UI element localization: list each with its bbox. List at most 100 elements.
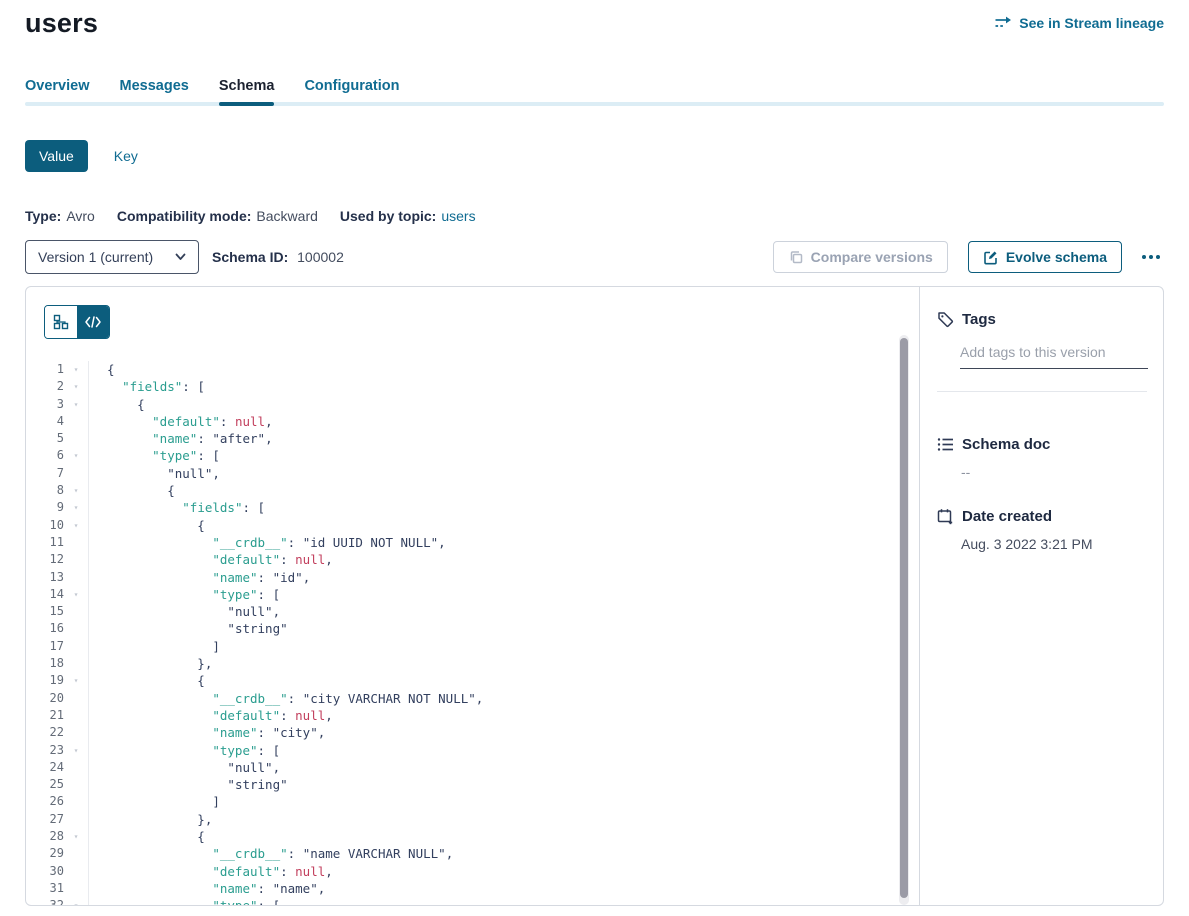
version-select[interactable]: Version 1 (current) [25,240,199,274]
key-toggle-button[interactable]: Key [114,140,138,172]
line-number: 20 [26,690,64,707]
code-line: 24 "null", [26,759,919,776]
editor-view-toggle [44,305,110,339]
code-line: 2▾ "fields": [ [26,378,919,395]
tab-overview[interactable]: Overview [25,78,90,106]
evolve-schema-label: Evolve schema [1006,249,1107,265]
code-line: 16 "string" [26,620,919,637]
code-line: 15 "null", [26,603,919,620]
tab-track [25,102,1164,106]
code-line-content: "type": [ [88,586,919,603]
code-line-content: "name": "name", [88,880,919,897]
fold-toggle-icon[interactable]: ▾ [64,499,88,516]
line-number: 12 [26,551,64,568]
more-options-button[interactable] [1138,249,1164,265]
code-line: 4 "default": null, [26,413,919,430]
tag-icon [937,311,954,328]
schema-code-editor[interactable]: 1▾{2▾ "fields": [3▾ {4 "default": null,5… [26,361,919,906]
code-line-content: }, [88,655,919,672]
tab-messages[interactable]: Messages [120,78,189,106]
editor-scrollbar-thumb[interactable] [900,338,908,898]
line-number: 5 [26,430,64,447]
fold-spacer [64,430,88,447]
edit-square-icon [983,250,998,265]
fold-toggle-icon[interactable]: ▾ [64,517,88,534]
meta-label: Used by topic: [340,208,436,224]
meta-label: Compatibility mode: [117,208,252,224]
fold-spacer [64,603,88,620]
side-divider [937,391,1147,392]
code-line: 17 ] [26,638,919,655]
fold-spacer [64,845,88,862]
editor-scrollbar-track [899,335,909,905]
line-number: 3 [26,396,64,413]
tab-configuration[interactable]: Configuration [304,78,399,106]
code-line-content: "name": "id", [88,569,919,586]
code-line: 11 "__crdb__": "id UUID NOT NULL", [26,534,919,551]
line-number: 10 [26,517,64,534]
code-line: 10▾ { [26,517,919,534]
code-line: 31 "name": "name", [26,880,919,897]
schema-doc-value: -- [961,464,1147,480]
stream-lineage-link[interactable]: See in Stream lineage [994,15,1164,31]
code-line-content: "type": [ [88,447,919,464]
fold-spacer [64,759,88,776]
fold-toggle-icon[interactable]: ▾ [64,586,88,603]
fold-toggle-icon[interactable]: ▾ [64,378,88,395]
list-icon [937,437,954,452]
line-number: 6 [26,447,64,464]
tab-bar: Overview Messages Schema Configuration [25,78,1164,106]
ellipsis-icon [1149,255,1153,259]
tags-input[interactable] [960,342,1148,369]
code-line-content: "type": [ [88,742,919,759]
code-line-content: { [88,517,919,534]
fold-toggle-icon[interactable]: ▾ [64,672,88,689]
code-view-button[interactable] [77,306,109,338]
fold-toggle-icon[interactable]: ▾ [64,828,88,845]
fold-toggle-icon[interactable]: ▾ [64,361,88,378]
code-line: 6▾ "type": [ [26,447,919,464]
tags-title: Tags [962,311,996,328]
code-slash-icon [85,316,101,328]
compare-versions-button[interactable]: Compare versions [773,241,948,273]
topbar: users See in Stream lineage [25,0,1164,36]
fold-toggle-icon[interactable]: ▾ [64,897,88,906]
value-toggle-button[interactable]: Value [25,140,88,172]
code-line: 1▾{ [26,361,919,378]
code-line-content: "null", [88,759,919,776]
schema-editor-pane: 1▾{2▾ "fields": [3▾ {4 "default": null,5… [26,287,919,905]
tab-schema[interactable]: Schema [219,78,275,106]
schema-id-value: 100002 [297,249,344,265]
schema-card: 1▾{2▾ "fields": [3▾ {4 "default": null,5… [25,286,1164,906]
tree-view-button[interactable] [45,306,77,338]
fold-toggle-icon[interactable]: ▾ [64,482,88,499]
code-line-content: "default": null, [88,863,919,880]
line-number: 9 [26,499,64,516]
line-number: 13 [26,569,64,586]
stream-lineage-label: See in Stream lineage [1019,15,1164,31]
fold-spacer [64,707,88,724]
meta-pair: Type:Avro [25,208,95,224]
evolve-schema-button[interactable]: Evolve schema [968,241,1122,273]
line-number: 7 [26,465,64,482]
fold-toggle-icon[interactable]: ▾ [64,396,88,413]
code-line: 21 "default": null, [26,707,919,724]
schema-doc-section-header: Schema doc [937,436,1147,453]
meta-value-link[interactable]: users [441,208,475,224]
fold-toggle-icon[interactable]: ▾ [64,742,88,759]
meta-pair: Compatibility mode:Backward [117,208,318,224]
code-line: 19▾ { [26,672,919,689]
tags-section-header: Tags [937,311,1147,328]
meta-value: Backward [256,208,317,224]
line-number: 4 [26,413,64,430]
code-line: 13 "name": "id", [26,569,919,586]
code-line: 5 "name": "after", [26,430,919,447]
fold-toggle-icon[interactable]: ▾ [64,447,88,464]
code-line: 30 "default": null, [26,863,919,880]
date-created-value: Aug. 3 2022 3:21 PM [961,536,1147,552]
code-line: 32▾ "type": [ [26,897,919,906]
fold-spacer [64,776,88,793]
code-line-content: "string" [88,776,919,793]
code-line: 12 "default": null, [26,551,919,568]
schema-page: users See in Stream lineage Overview Mess… [0,0,1189,906]
